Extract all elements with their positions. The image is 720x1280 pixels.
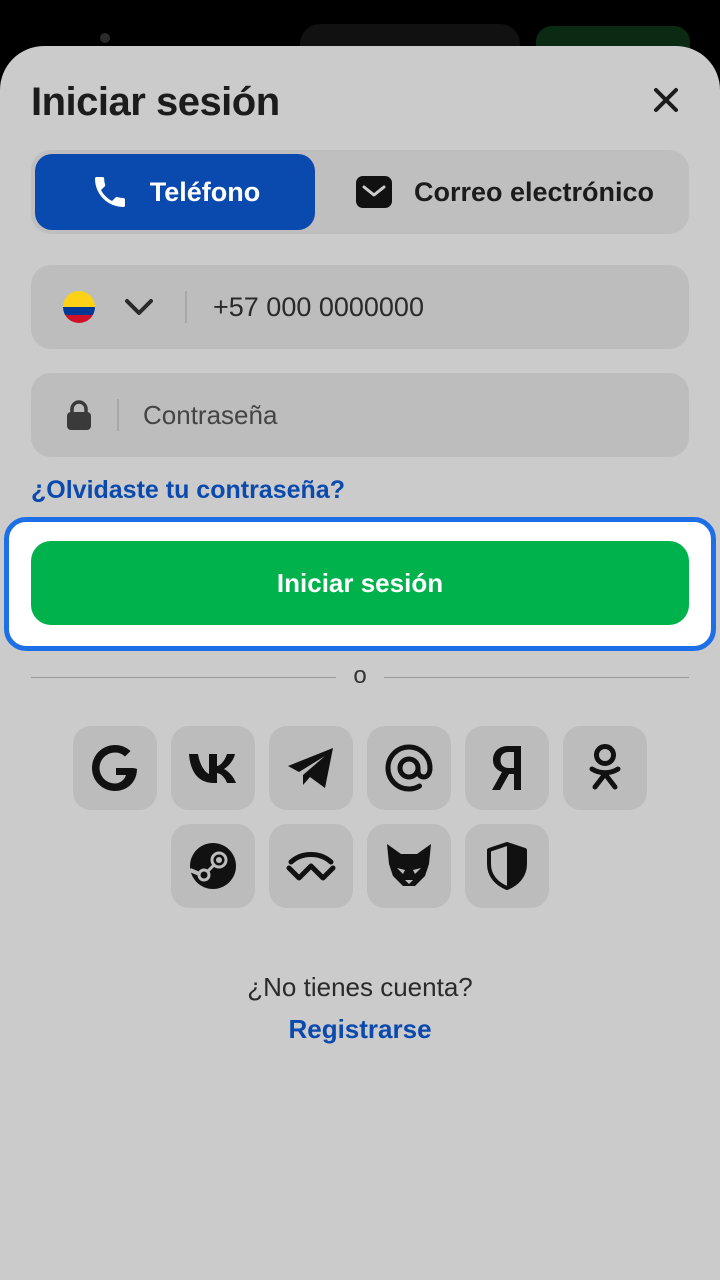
telegram-icon [288,748,333,788]
password-input[interactable] [143,373,663,457]
phone-icon [94,177,125,207]
yandex-login-button[interactable] [465,726,549,810]
password-field [31,373,689,457]
tab-phone[interactable]: Teléfono [35,154,315,230]
fox-icon [387,844,431,886]
login-method-tabs: Teléfono Correo electrónico [31,150,689,234]
lock-icon [67,400,91,430]
shield-icon [487,842,527,890]
divider-text: o [353,662,367,689]
chevron-down-icon[interactable] [123,293,155,321]
google-icon [92,745,137,791]
tab-email-label: Correo electrónico [413,176,655,207]
colombia-flag-icon[interactable] [63,291,95,323]
odnoklassniki-login-button[interactable] [563,726,647,810]
login-button[interactable]: Iniciar sesión [31,541,689,625]
google-login-button[interactable] [73,726,157,810]
register-link[interactable]: Registrarse [0,1014,720,1045]
vk-login-button[interactable] [171,726,255,810]
forgot-password-link[interactable]: ¿Olvidaste tu contraseña? [31,476,345,505]
vk-icon [189,754,236,783]
tab-email[interactable]: Correo electrónico [323,154,685,230]
yandex-icon [492,746,521,790]
metamask-login-button[interactable] [367,824,451,908]
at-sign-icon [385,744,433,792]
walletconnect-icon [286,852,336,881]
phone-input[interactable]: +57 000 0000000 [213,265,424,349]
tab-phone-label: Teléfono [149,176,261,207]
telegram-login-button[interactable] [269,726,353,810]
no-account-prompt: ¿No tienes cuenta? [247,972,473,1002]
shield-login-button[interactable] [465,824,549,908]
field-divider [185,291,187,323]
steam-login-button[interactable] [171,824,255,908]
close-icon [654,88,678,112]
envelope-icon [355,176,392,208]
walletconnect-login-button[interactable] [269,824,353,908]
phone-field[interactable]: +57 000 0000000 [31,265,689,349]
mail-ru-login-button[interactable] [367,726,451,810]
close-button[interactable] [646,80,686,120]
steam-icon [189,843,236,889]
divider-line-left [31,677,336,678]
divider-line-right [384,677,689,678]
sheet-title: Iniciar sesión [31,80,280,124]
field-divider [117,399,119,431]
camera-dot [100,33,110,43]
odnoklassniki-icon [589,744,621,790]
